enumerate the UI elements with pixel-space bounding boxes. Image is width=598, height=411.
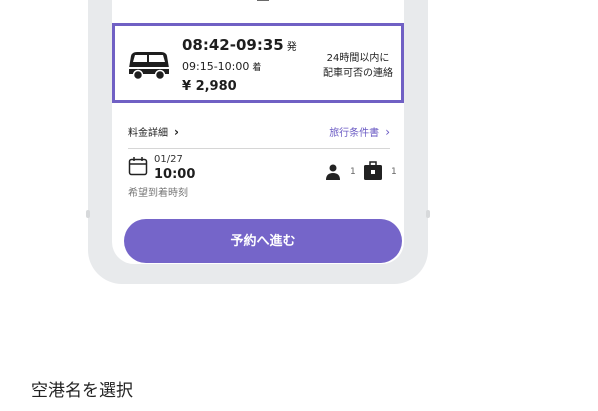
scroll-indicator — [257, 0, 269, 1]
calendar-icon[interactable] — [128, 156, 148, 176]
arrival-time: 09:15-10:00 着 — [182, 60, 262, 73]
notice-line-2: 配車可否の連絡 — [323, 68, 393, 79]
arrival-suffix: 着 — [252, 63, 262, 73]
car-icon — [129, 52, 169, 80]
chevron-right-icon: › — [174, 125, 179, 139]
proceed-to-booking-button[interactable]: 予約へ進む — [124, 219, 402, 263]
booking-date[interactable]: 01/27 — [154, 154, 183, 165]
travel-conditions-label: 旅行条件書 — [329, 128, 380, 139]
plan-card[interactable]: 08:42-09:35 発 09:15-10:00 着 ¥ 2,980 24時間以内… — [112, 23, 404, 103]
phone-side-button-left — [86, 210, 90, 218]
price: ¥ 2,980 — [182, 79, 237, 94]
section-title: 空港名を選択 — [31, 381, 133, 401]
notice-line-1: 24時間以内に — [326, 53, 390, 64]
departure-time: 08:42-09:35 発 — [182, 36, 297, 54]
luggage-icon — [364, 161, 382, 180]
person-icon — [326, 164, 340, 180]
fee-details-label: 料金詳細 — [128, 128, 168, 139]
chevron-right-icon: › — [385, 125, 390, 139]
links-row: 料金詳細 › 旅行条件書 › — [128, 122, 390, 142]
divider — [128, 148, 390, 149]
booking-time[interactable]: 10:00 — [154, 167, 195, 182]
departure-suffix: 発 — [286, 42, 297, 53]
phone-side-button-right — [426, 210, 430, 218]
passenger-count[interactable]: 1 — [350, 167, 356, 177]
luggage-count[interactable]: 1 — [391, 167, 397, 177]
time-caption: 希望到着時刻 — [128, 188, 188, 199]
phone-screen: 08:42-09:35 発 09:15-10:00 着 ¥ 2,980 24時間以内… — [112, 0, 404, 264]
dispatch-notice: 24時間以内に 配車可否の連絡 — [323, 51, 393, 81]
travel-conditions-link[interactable]: 旅行条件書 › — [329, 124, 390, 139]
fee-details-link[interactable]: 料金詳細 › — [128, 124, 179, 139]
